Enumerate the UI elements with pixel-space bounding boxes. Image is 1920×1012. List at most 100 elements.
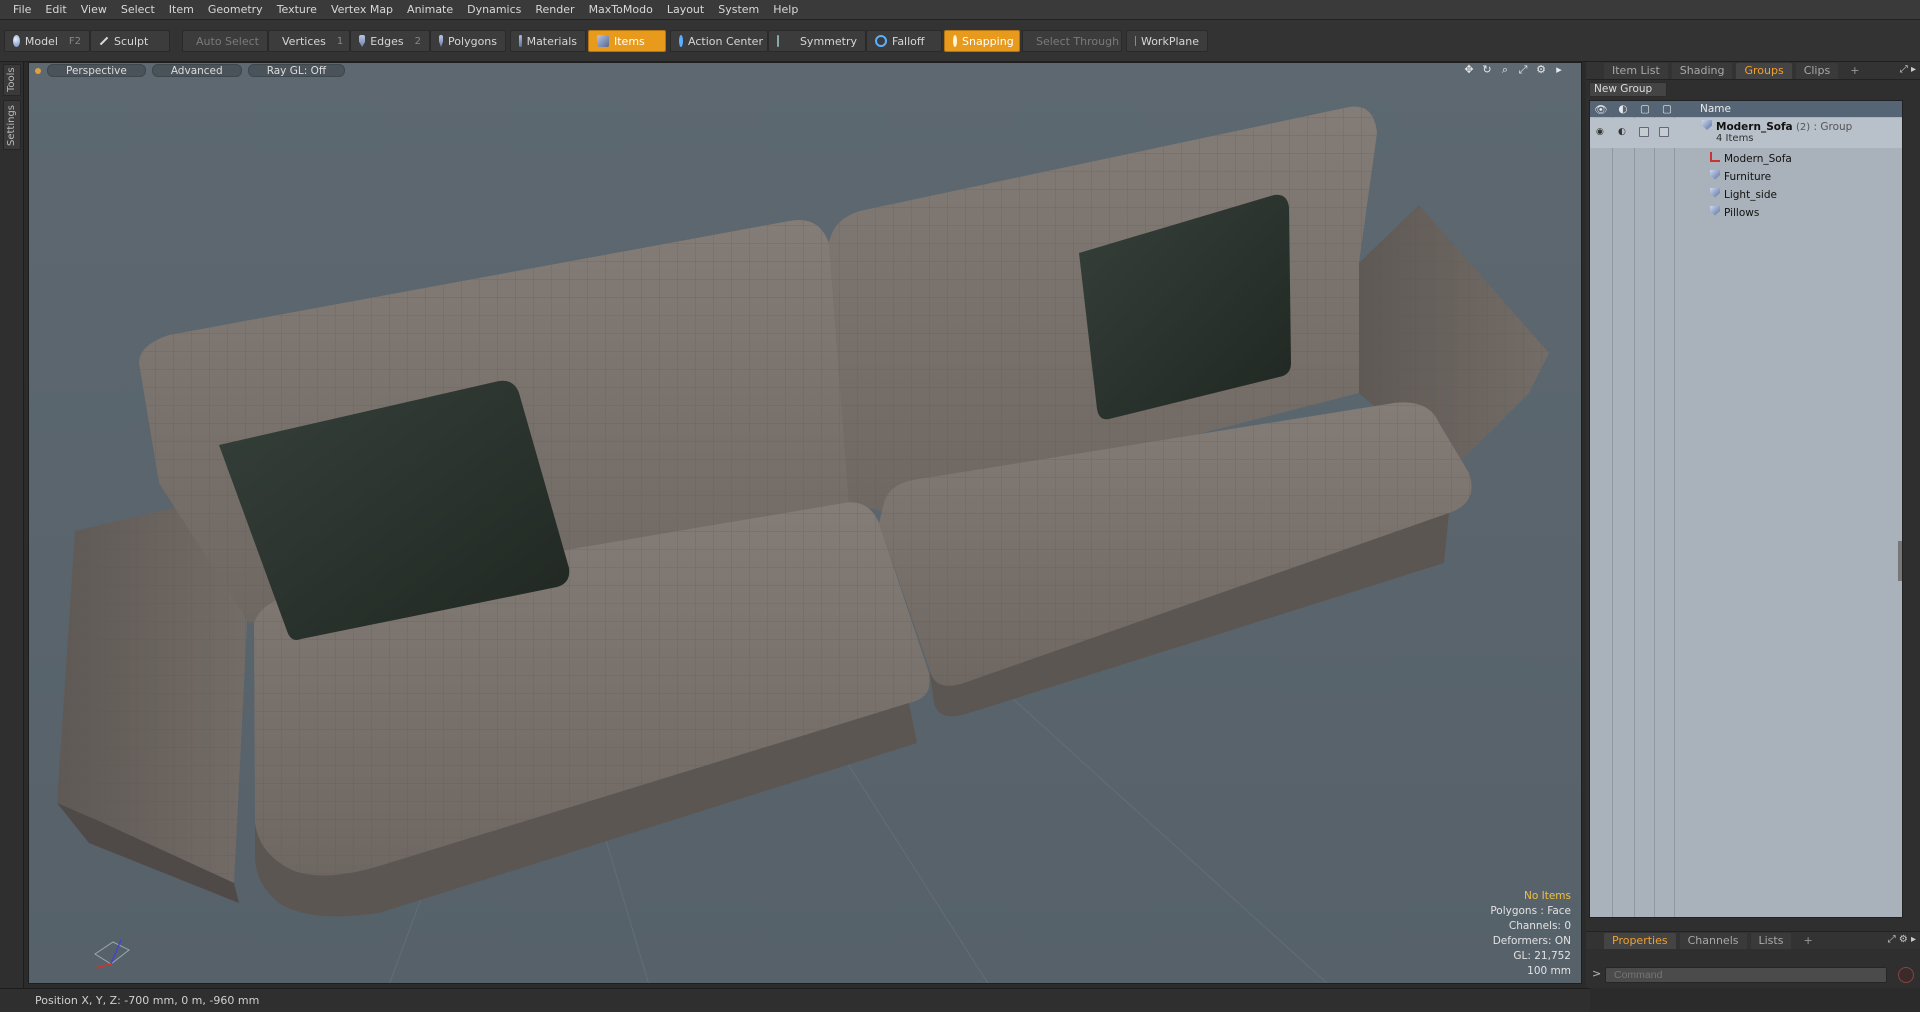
tab-lists[interactable]: Lists xyxy=(1750,932,1792,949)
zoom-icon[interactable]: ⌕ xyxy=(1499,64,1511,76)
group-type: : Group xyxy=(1813,121,1853,133)
visibility-column-icon[interactable]: 👁 xyxy=(1590,103,1612,116)
menu-render[interactable]: Render xyxy=(528,0,581,20)
polygons-icon xyxy=(439,35,444,47)
group-row-modern-sofa[interactable]: ◉ ◐ Modern_Sofa (2) : Group 4 Items xyxy=(1590,118,1902,148)
model-mode-button[interactable]: Model F2 xyxy=(4,30,90,52)
viewport-menu-dot[interactable] xyxy=(35,67,41,74)
maximize-icon[interactable]: ⤢ xyxy=(1517,64,1529,76)
advanced-dropdown[interactable]: Advanced xyxy=(151,64,242,77)
menu-system[interactable]: System xyxy=(711,0,766,20)
action-center-label: Action Center xyxy=(688,34,763,48)
select-through-button[interactable]: Select Through xyxy=(1022,30,1122,52)
render-column-icon[interactable]: ◐ xyxy=(1612,103,1634,115)
mesh-icon xyxy=(1710,205,1720,216)
tab-clips[interactable]: Clips xyxy=(1795,62,1839,79)
tree-item-modern-sofa[interactable]: Modern_Sofa xyxy=(1590,149,1902,167)
gear-icon[interactable]: ⚙ xyxy=(1535,64,1547,76)
tools-tab[interactable]: Tools xyxy=(3,64,21,96)
model-label: Model xyxy=(24,34,58,48)
menu-dynamics[interactable]: Dynamics xyxy=(460,0,528,20)
items-label: Items xyxy=(614,34,645,48)
snapping-button[interactable]: Snapping xyxy=(944,30,1020,52)
menu-maxtomodo[interactable]: MaxToModo xyxy=(582,0,660,20)
menu-geometry[interactable]: Geometry xyxy=(201,0,270,20)
viewport-header: Perspective Advanced Ray GL: Off xyxy=(29,63,1581,78)
settings-tab[interactable]: Settings xyxy=(3,100,21,150)
menu-animate[interactable]: Animate xyxy=(400,0,460,20)
menu-texture[interactable]: Texture xyxy=(270,0,324,20)
auto-select-button[interactable]: Auto Select xyxy=(182,30,268,52)
tree-item-pillows[interactable]: Pillows xyxy=(1590,203,1902,221)
raygl-toggle[interactable]: Ray GL: Off xyxy=(247,64,346,77)
menu-help[interactable]: Help xyxy=(766,0,805,20)
select-checkbox[interactable] xyxy=(1659,127,1669,137)
add-tab-icon[interactable]: + xyxy=(1795,933,1820,949)
sofa-scene[interactable] xyxy=(29,63,1582,984)
sculpt-mode-button[interactable]: Sculpt xyxy=(90,30,170,52)
command-input[interactable] xyxy=(1605,967,1887,983)
panel-expand-icon[interactable]: ⤢ ⚙ ▸ xyxy=(1888,934,1916,945)
prompt-icon: > xyxy=(1592,967,1602,980)
action-center-icon xyxy=(679,35,683,47)
lock-column-icon[interactable]: ▢ xyxy=(1634,103,1656,115)
lock-checkbox[interactable] xyxy=(1639,127,1649,137)
select-through-label: Select Through xyxy=(1036,34,1120,48)
symmetry-icon xyxy=(777,35,779,47)
tree-scrollbar[interactable] xyxy=(1898,541,1902,581)
action-center-button[interactable]: Action Center xyxy=(670,30,768,52)
group-icon xyxy=(1702,120,1712,130)
tree-item-light-side[interactable]: Light_side xyxy=(1590,185,1902,203)
groups-tree: 👁 ◐ ▢ ▢ Name ◉ ◐ Modern_Sofa (2) : Group… xyxy=(1589,100,1903,918)
menu-select[interactable]: Select xyxy=(114,0,162,20)
left-tool-tabs: Tools Settings xyxy=(0,62,24,988)
menu-view[interactable]: View xyxy=(74,0,114,20)
tab-shading[interactable]: Shading xyxy=(1671,62,1733,79)
edges-button[interactable]: Edges 2 xyxy=(350,30,430,52)
menu-file[interactable]: File xyxy=(6,0,38,20)
name-column-header[interactable]: Name xyxy=(1678,103,1731,115)
bottom-panel-tabs: Properties Channels Lists + ⤢ ⚙ ▸ xyxy=(1586,931,1920,949)
eye-icon[interactable]: ◉ xyxy=(1596,127,1606,137)
vertices-hotkey: 1 xyxy=(336,35,344,47)
hud-polygons: Polygons : Face xyxy=(1490,905,1571,917)
command-history-icon[interactable] xyxy=(1898,967,1914,983)
pan-icon[interactable]: ✥ xyxy=(1463,64,1475,76)
expand-arrow-icon[interactable]: ▸ xyxy=(1553,64,1565,76)
tab-item-list[interactable]: Item List xyxy=(1604,62,1668,79)
panel-expand-icon[interactable]: ⤢ ▸ xyxy=(1900,64,1916,75)
select-column-icon[interactable]: ▢ xyxy=(1656,103,1678,115)
tree-item-furniture[interactable]: Furniture xyxy=(1590,167,1902,185)
falloff-button[interactable]: Falloff xyxy=(866,30,942,52)
menu-edit[interactable]: Edit xyxy=(38,0,73,20)
vertices-button[interactable]: Vertices 1 xyxy=(268,30,350,52)
materials-button[interactable]: Materials xyxy=(510,30,586,52)
tab-groups[interactable]: Groups xyxy=(1736,62,1792,79)
tree-item-label: Furniture xyxy=(1724,170,1772,183)
menu-item[interactable]: Item xyxy=(162,0,201,20)
hud-deformers: Deformers: ON xyxy=(1492,935,1571,947)
tree-item-label: Modern_Sofa xyxy=(1724,152,1792,165)
new-group-button[interactable]: New Group xyxy=(1589,82,1667,97)
column-divider xyxy=(1674,117,1675,917)
menu-vertex-map[interactable]: Vertex Map xyxy=(324,0,400,20)
3d-viewport[interactable]: Perspective Advanced Ray GL: Off ✥ ↻ ⌕ ⤢… xyxy=(28,62,1582,984)
render-icon[interactable]: ◐ xyxy=(1618,127,1628,137)
polygons-button[interactable]: Polygons xyxy=(430,30,506,52)
add-tab-icon[interactable]: + xyxy=(1842,63,1867,79)
workplane-button[interactable]: WorkPlane xyxy=(1126,30,1208,52)
column-divider xyxy=(1612,117,1613,917)
tab-channels[interactable]: Channels xyxy=(1679,932,1747,949)
status-bar: Position X, Y, Z: -700 mm, 0 m, -960 mm xyxy=(0,988,1590,1012)
rotate-icon[interactable]: ↻ xyxy=(1481,64,1493,76)
perspective-dropdown[interactable]: Perspective xyxy=(47,64,146,77)
menu-layout[interactable]: Layout xyxy=(660,0,711,20)
materials-icon xyxy=(519,35,522,47)
tab-properties[interactable]: Properties xyxy=(1604,932,1676,949)
workplane-icon xyxy=(1135,36,1136,46)
symmetry-button[interactable]: Symmetry xyxy=(768,30,866,52)
menu-bar: File Edit View Select Item Geometry Text… xyxy=(0,0,1920,20)
axis-gizmo xyxy=(87,928,137,975)
items-button[interactable]: Items xyxy=(588,30,666,52)
vertices-label: Vertices xyxy=(282,34,326,48)
